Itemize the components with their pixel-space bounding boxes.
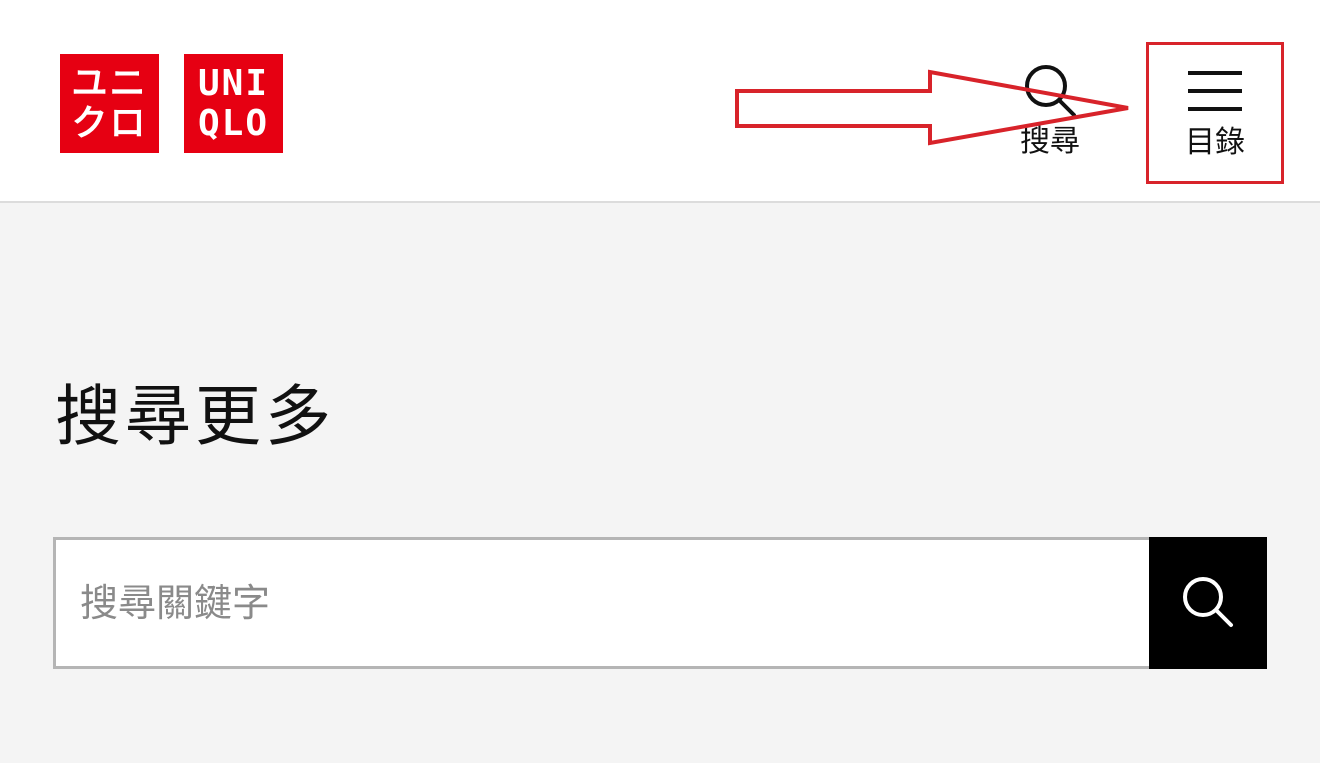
page: ユニ クロ UNI QLO 搜尋 目錄 搜尋更多 搜尋關鍵字 (0, 0, 1320, 763)
search-icon (1178, 572, 1238, 635)
header-search-button[interactable]: 搜尋 (1008, 62, 1092, 170)
search-input[interactable] (53, 537, 1149, 669)
site-header: ユニ クロ UNI QLO 搜尋 目錄 (0, 0, 1320, 203)
hamburger-menu-icon (1188, 45, 1242, 113)
menu-label: 目錄 (1185, 125, 1245, 160)
search-submit-button[interactable] (1149, 537, 1267, 669)
header-search-label: 搜尋 (1020, 124, 1080, 159)
logo-text: ユニ (71, 62, 148, 104)
logo-text: クロ (71, 102, 148, 144)
menu-button[interactable]: 目錄 (1146, 42, 1284, 184)
uniqlo-katakana-logo[interactable]: ユニ クロ (60, 54, 159, 153)
logo-text: UNI (197, 62, 270, 104)
page-title: 搜尋更多 (55, 378, 335, 455)
logo-text: QLO (197, 102, 270, 144)
search-bar (53, 537, 1267, 669)
uniqlo-latin-logo[interactable]: UNI QLO (184, 54, 283, 153)
search-icon (1020, 62, 1080, 120)
